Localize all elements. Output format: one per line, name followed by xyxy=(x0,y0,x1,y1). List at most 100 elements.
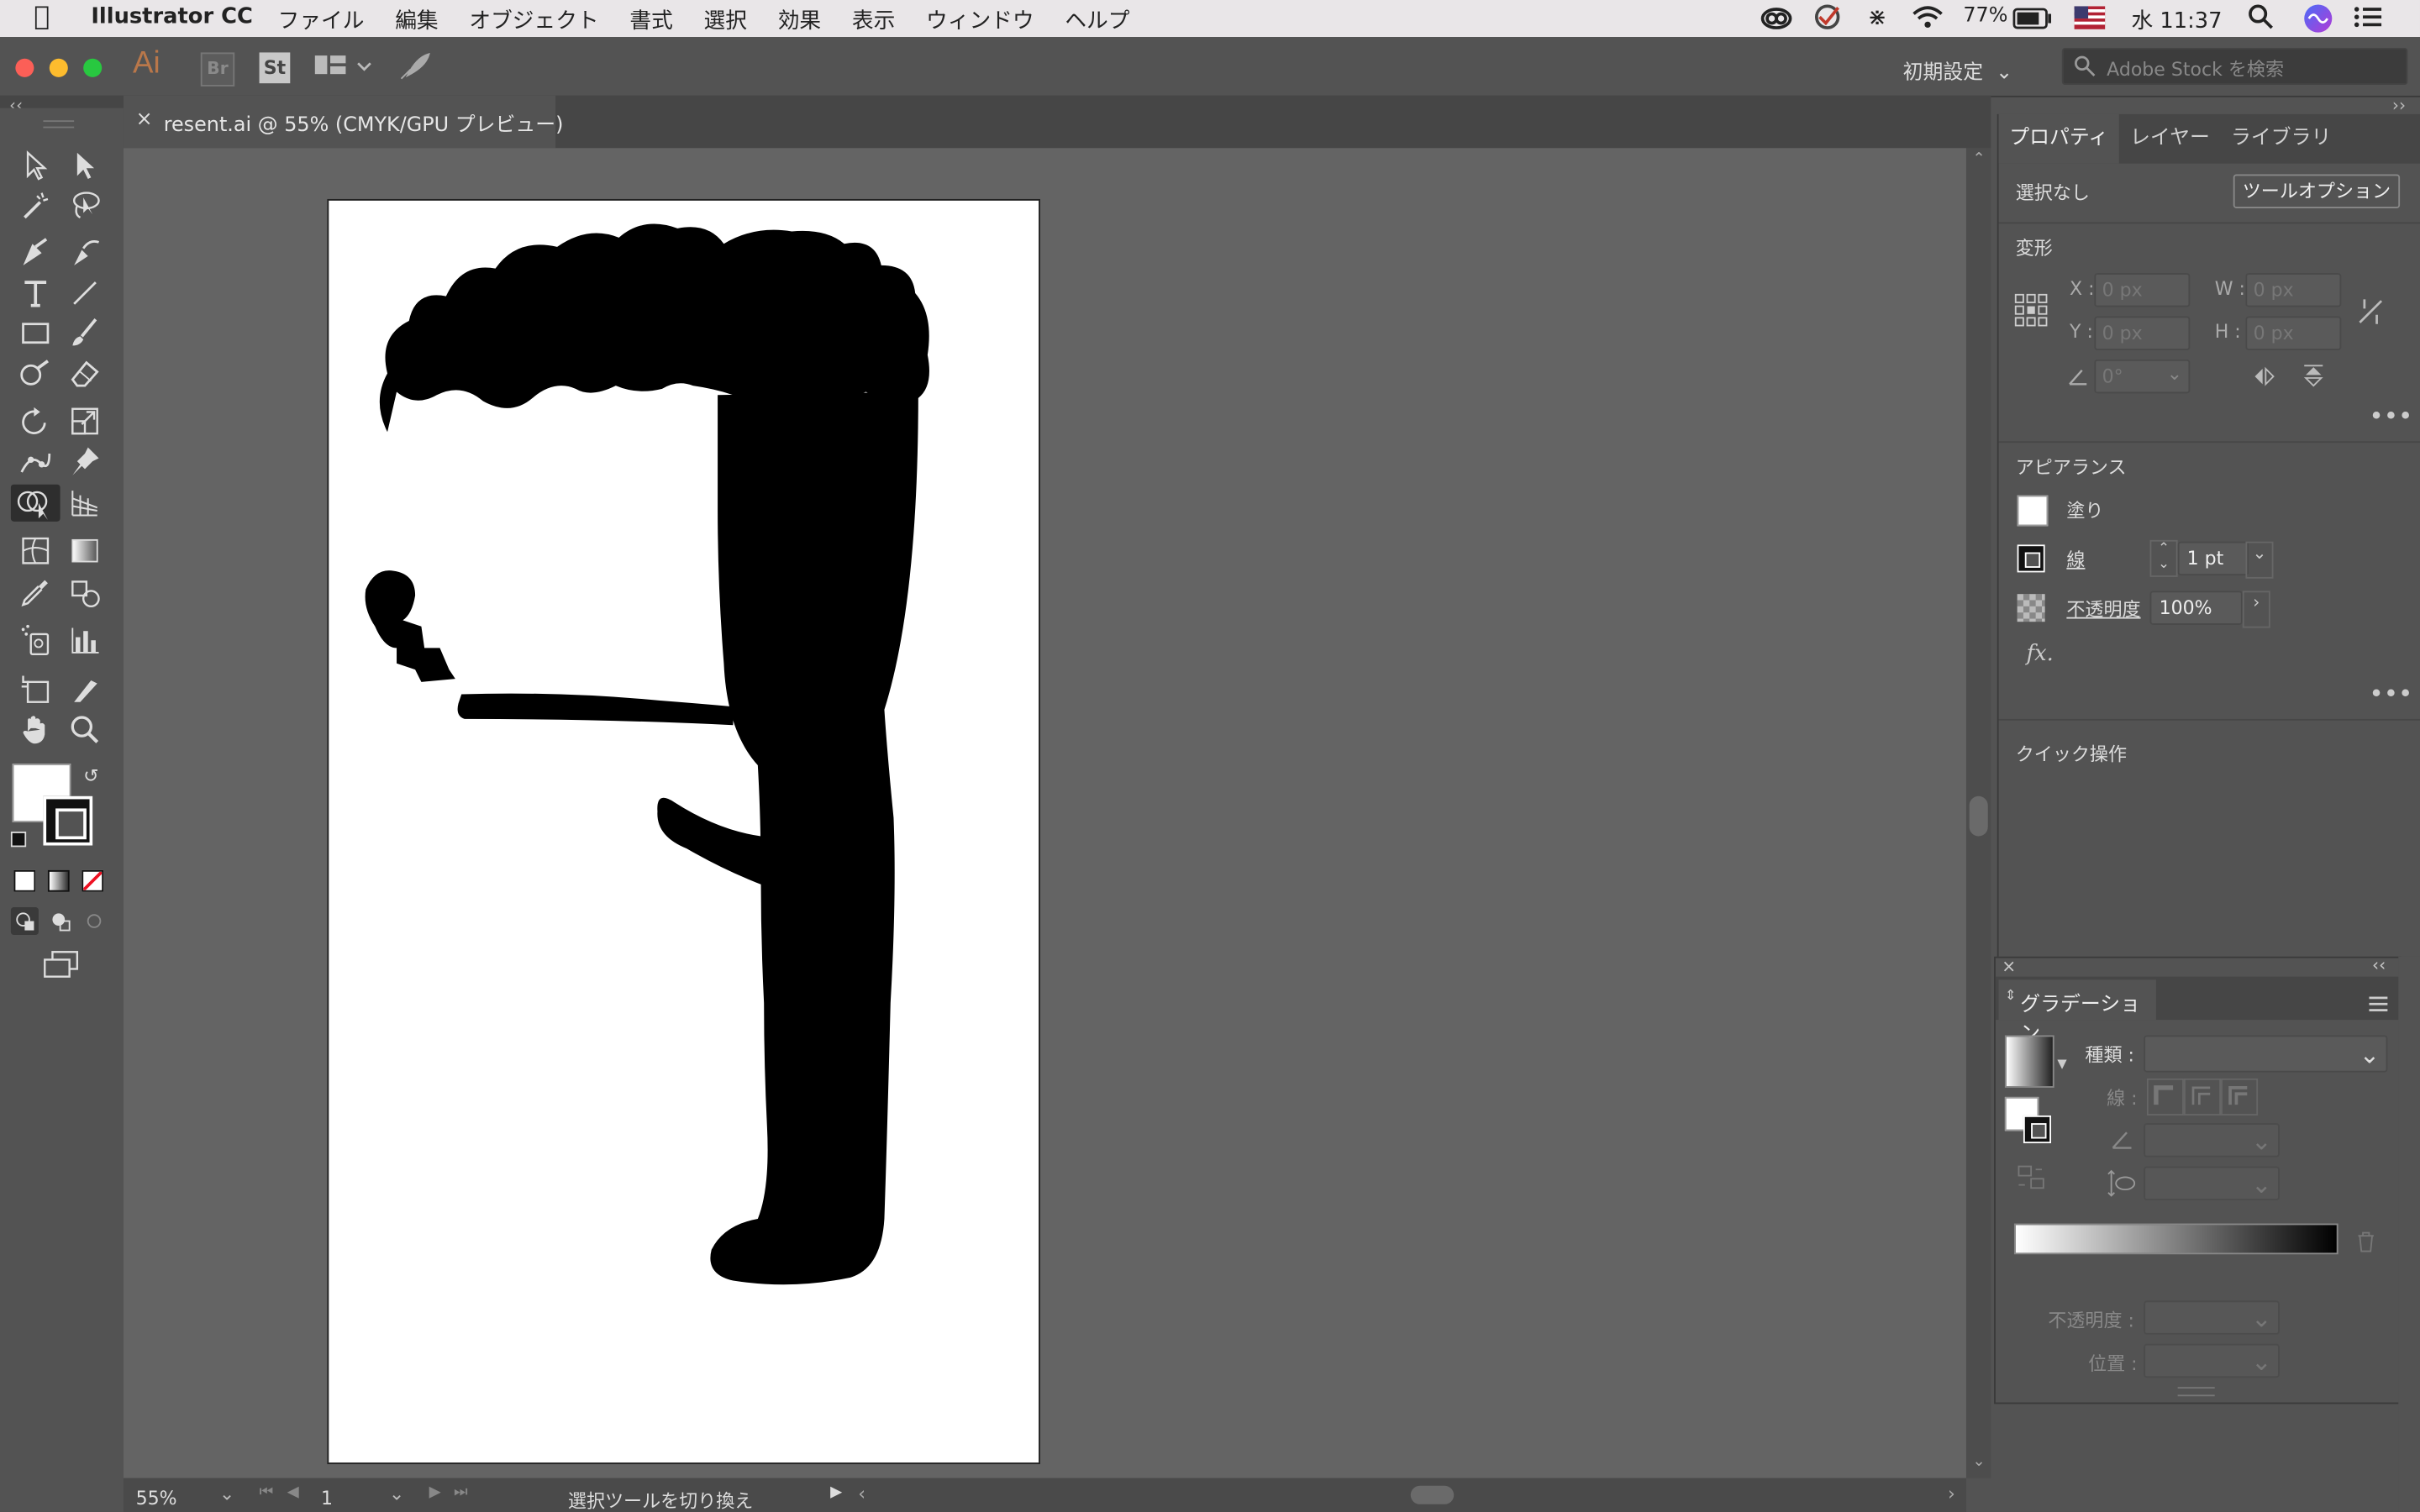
appearance-more-options-icon[interactable]: ••• xyxy=(2369,679,2412,708)
stop-location-field[interactable]: ⌄ xyxy=(2144,1343,2280,1378)
first-artboard-icon[interactable]: ⏮ xyxy=(260,1484,274,1501)
artboard-number[interactable]: 1 xyxy=(321,1488,333,1509)
status-menu-icon[interactable]: ▶ xyxy=(830,1484,842,1501)
color-mode-icon[interactable] xyxy=(13,869,36,892)
line-segment-tool-icon[interactable] xyxy=(68,276,102,310)
zoom-level[interactable]: 55% xyxy=(136,1488,177,1509)
vertical-scroll-thumb[interactable] xyxy=(1969,795,1988,837)
horizontal-scroll-thumb[interactable] xyxy=(1410,1485,1455,1504)
checkmark-icon[interactable] xyxy=(1812,3,1843,37)
last-artboard-icon[interactable]: ⏭ xyxy=(454,1484,468,1501)
eyedropper-tool-icon[interactable] xyxy=(18,575,52,609)
swap-fill-stroke-icon[interactable]: ↺ xyxy=(83,765,98,787)
artboard-dropdown-icon[interactable]: ⌄ xyxy=(389,1483,404,1504)
apple-icon[interactable]:  xyxy=(34,2,50,33)
tool-options-button[interactable]: ツールオプション xyxy=(2233,174,2401,208)
spotlight-search-icon[interactable] xyxy=(2247,3,2275,37)
tab-libraries[interactable]: ライブラリ xyxy=(2221,114,2341,164)
menu-window[interactable]: ウィンドウ xyxy=(926,5,1034,36)
zoom-dropdown-icon[interactable]: ⌄ xyxy=(219,1483,234,1504)
menu-help[interactable]: ヘルプ xyxy=(1065,5,1129,36)
none-mode-icon[interactable] xyxy=(82,869,104,892)
direct-selection-tool-icon[interactable] xyxy=(68,148,102,181)
fx-effects-button[interactable]: fx. xyxy=(2027,642,2054,666)
flip-horizontal-icon[interactable] xyxy=(2252,364,2276,395)
menu-effect[interactable]: 効果 xyxy=(778,5,821,36)
status-message[interactable]: 選択ツールを切り換え xyxy=(568,1488,753,1512)
workspace-switcher[interactable]: 初期設定 ⌄ xyxy=(1903,55,2013,85)
battery-icon[interactable] xyxy=(2012,8,2053,35)
blend-tool-icon[interactable] xyxy=(68,575,102,609)
close-panel-icon[interactable]: × xyxy=(2002,957,2016,977)
stroke-along-icon[interactable] xyxy=(2183,1078,2222,1116)
shape-builder-tool-icon[interactable] xyxy=(10,484,60,522)
constrain-proportions-icon[interactable] xyxy=(2357,297,2385,333)
delete-stop-icon[interactable] xyxy=(2357,1230,2375,1259)
bluetooth-icon[interactable]: ⋇ xyxy=(1867,3,1886,31)
wifi-icon[interactable] xyxy=(1911,3,1944,37)
menu-file[interactable]: ファイル xyxy=(278,5,365,36)
w-field[interactable]: 0 px xyxy=(2245,273,2342,307)
type-tool-icon[interactable] xyxy=(18,276,52,310)
artboard-tool-icon[interactable] xyxy=(18,673,52,706)
y-field[interactable]: 0 px xyxy=(2094,316,2191,350)
menu-type[interactable]: 書式 xyxy=(629,5,672,36)
puppet-warp-tool-icon[interactable] xyxy=(18,444,52,478)
bridge-button[interactable]: Br xyxy=(200,52,235,87)
gradient-mode-icon[interactable] xyxy=(47,869,70,892)
menu-select[interactable]: 選択 xyxy=(704,5,747,36)
reverse-gradient-icon[interactable] xyxy=(2018,1165,2045,1196)
fill-label[interactable]: 塗り xyxy=(2066,496,2103,522)
default-fill-stroke-icon[interactable] xyxy=(10,831,27,848)
previous-artboard-icon[interactable]: ◀ xyxy=(287,1484,299,1501)
stroke-swatch[interactable] xyxy=(43,795,93,846)
gradient-angle-field[interactable]: ⌄ xyxy=(2144,1123,2280,1158)
artboard[interactable] xyxy=(327,198,1040,1465)
column-graph-tool-icon[interactable] xyxy=(68,623,102,657)
scroll-up-icon[interactable]: ⌃ xyxy=(1972,151,1985,168)
scroll-right-icon[interactable]: › xyxy=(1948,1483,1955,1504)
maximize-window-button[interactable] xyxy=(83,58,103,77)
stock-button[interactable]: St xyxy=(259,52,291,84)
menu-object[interactable]: オブジェクト xyxy=(469,5,598,36)
notification-center-icon[interactable] xyxy=(2352,3,2383,37)
opacity-field[interactable]: 100% xyxy=(2149,591,2243,625)
fill-color-swatch[interactable] xyxy=(2017,495,2049,527)
gradient-tab[interactable]: ⇕ グラデーション xyxy=(1998,979,2156,1046)
gradient-slider[interactable] xyxy=(2013,1223,2338,1255)
tab-layers[interactable]: レイヤー xyxy=(2119,114,2221,164)
stroke-weight-stepper-icon[interactable]: ⌃ ⌄ xyxy=(2149,539,2178,577)
tools-grip[interactable] xyxy=(43,120,75,129)
menu-view[interactable]: 表示 xyxy=(852,5,895,36)
scale-tool-icon[interactable] xyxy=(68,404,102,438)
app-name-menu[interactable]: Illustrator CC xyxy=(91,5,252,29)
vertical-scrollbar[interactable]: ⌃ ⌄ xyxy=(1965,148,1991,1478)
close-window-button[interactable] xyxy=(15,58,34,77)
x-field[interactable]: 0 px xyxy=(2094,273,2191,307)
mesh-tool-icon[interactable] xyxy=(18,534,52,568)
rectangle-tool-icon[interactable] xyxy=(18,317,52,350)
next-artboard-icon[interactable]: ▶ xyxy=(429,1484,441,1501)
lasso-tool-icon[interactable] xyxy=(68,188,102,222)
opacity-label[interactable]: 不透明度 xyxy=(2066,596,2140,622)
reference-point-icon[interactable] xyxy=(2014,293,2048,333)
curvature-tool-icon[interactable] xyxy=(68,236,102,270)
symbol-sprayer-tool-icon[interactable] xyxy=(18,623,52,657)
angle-dropdown-icon[interactable]: ⌄ xyxy=(2167,363,2182,385)
zoom-tool-icon[interactable] xyxy=(68,713,102,747)
canvas-area[interactable] xyxy=(123,148,1966,1478)
shaper-tool-icon[interactable] xyxy=(18,356,52,390)
stroke-within-icon[interactable] xyxy=(2146,1078,2184,1116)
draw-behind-icon[interactable] xyxy=(46,907,74,935)
opacity-arrow-icon[interactable]: › xyxy=(2242,591,2270,628)
selection-tool-icon[interactable] xyxy=(18,148,52,181)
gpu-performance-icon[interactable] xyxy=(398,51,432,88)
artwork-silhouette[interactable] xyxy=(329,201,1039,1462)
h-field[interactable]: 0 px xyxy=(2245,316,2342,350)
stroke-weight-field[interactable]: 1 pt xyxy=(2177,541,2249,576)
siri-icon[interactable] xyxy=(2302,3,2333,40)
stroke-label[interactable]: 線 xyxy=(2066,546,2085,572)
magic-wand-tool-icon[interactable] xyxy=(18,188,52,222)
screen-mode-icon[interactable] xyxy=(42,949,82,980)
gradient-type-select[interactable]: ⌄ xyxy=(2144,1035,2388,1073)
